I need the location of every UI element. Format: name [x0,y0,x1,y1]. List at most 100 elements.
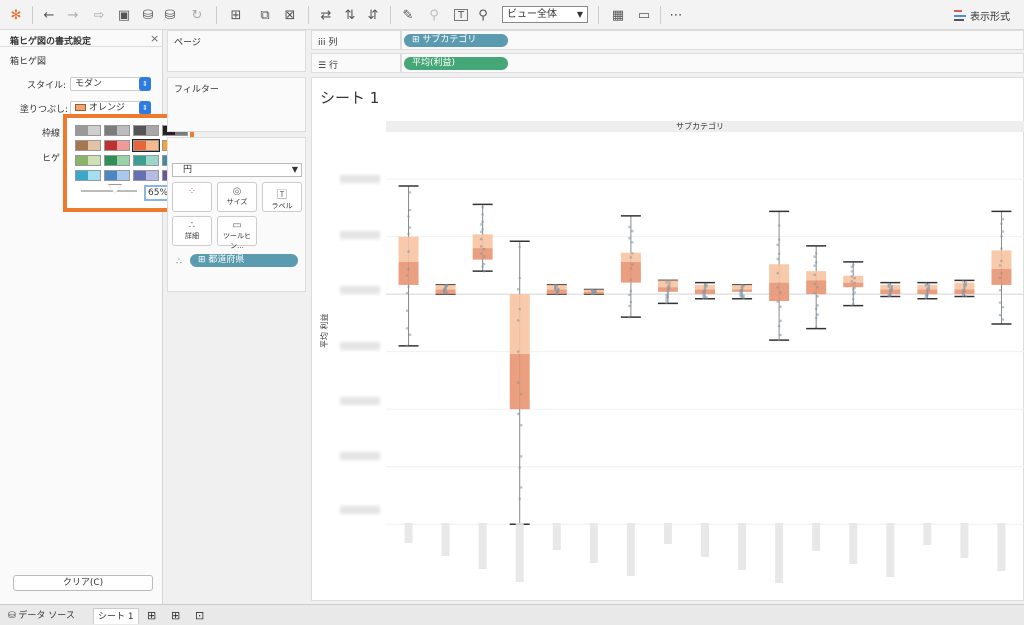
blurred-category-label [775,523,784,583]
data-point [481,220,484,224]
replay-icon[interactable]: ⇨ [88,6,110,24]
fit-view-label: ビュー全体 [507,9,557,20]
box-lower [398,261,419,285]
palette-swatch[interactable] [104,140,130,151]
palette-swatch[interactable] [75,125,101,136]
palette-swatch[interactable] [104,155,130,166]
share-icon[interactable]: ⋯ [668,6,684,24]
palette-swatch[interactable] [75,140,101,151]
prefecture-pill-label: 都道府県 [208,255,245,265]
data-point [629,267,633,270]
refresh-icon[interactable]: ↻ [186,6,208,24]
clear-sheet-icon[interactable]: ⊠ [280,6,300,24]
new-datasource-icon[interactable]: ⛁ [140,6,156,24]
sort-ascending-icon[interactable]: ⇅ [342,6,358,24]
data-point [776,271,779,275]
rows-label: ☰ 行 [318,58,338,71]
palette-swatch[interactable] [75,170,101,181]
subcategory-pill[interactable]: ⊞ サブカテゴリ [404,34,508,47]
new-worksheet-icon[interactable]: ⊞ [143,608,160,624]
label-icon: 🅃 [277,190,287,201]
data-point [629,256,633,259]
data-point [482,269,486,273]
palette-swatch[interactable] [104,125,130,136]
whisker-label: ヒゲ [41,154,60,164]
data-point [442,287,446,291]
chevron-down-icon: ▼ [291,165,298,174]
marks-card: 円 ▼ ⁘ ◎ サイズ 🅃 ラベル ∴ 詳細 ▭ ツールヒン... ∴ ⊞ 都道… [167,137,306,292]
palette-swatch[interactable] [133,170,159,181]
data-source-tab[interactable]: ⛁ データ ソース [4,608,79,624]
presentation-icon[interactable]: ▭ [636,6,652,24]
data-point [518,245,522,249]
style-value: モダン [75,79,103,89]
duplicate-sheet-icon[interactable]: ⧉ [256,6,274,24]
data-point [518,466,522,469]
stepper-icon: ⇕ [139,101,151,115]
data-point [407,285,410,289]
blurred-category-label [738,523,747,570]
palette-swatch[interactable] [75,155,101,166]
data-point [777,238,781,241]
clear-button[interactable]: クリア(C) [13,575,153,591]
data-point [407,215,410,218]
tableau-logo-icon[interactable]: ✻ [8,6,24,24]
pin-axes-icon[interactable]: ⚲ [476,6,490,24]
data-point [631,263,634,266]
prefecture-pill[interactable]: ⊞ 都道府県 [190,254,298,267]
data-point [665,296,668,300]
palette-swatch[interactable] [133,125,159,136]
palette-swatch[interactable] [132,139,160,152]
palette-swatch[interactable] [133,155,159,166]
undo-icon[interactable]: ← [40,6,58,24]
fill-select[interactable]: オレンジ ⇕ [70,101,151,115]
size-button[interactable]: ◎ サイズ [217,182,257,212]
new-sheet-icon[interactable]: ⊞ [226,6,246,24]
pause-updates-icon[interactable]: ⛁ [162,6,178,24]
data-point [961,288,965,292]
columns-shelf[interactable]: ⊞ サブカテゴリ [401,30,1024,50]
data-point [556,287,560,291]
size-label: サイズ [226,198,248,206]
redo-icon[interactable]: → [64,6,82,24]
avg-profit-pill[interactable]: 平均(利益) [404,57,508,70]
data-point [1000,247,1003,250]
label-button[interactable]: 🅃 ラベル [262,182,302,212]
group-members-icon[interactable]: ⚲ [424,6,444,24]
data-point [850,279,854,283]
close-icon[interactable]: × [150,32,159,45]
detail-button[interactable]: ∴ 詳細 [172,216,212,246]
show-me-button[interactable]: 表示形式 [954,8,1010,23]
swap-axes-icon[interactable]: ⇄ [318,6,334,24]
sort-descending-icon[interactable]: ⇵ [365,6,381,24]
opacity-slider-thumb[interactable] [109,185,121,194]
tooltip-button[interactable]: ▭ ツールヒン... [217,216,257,250]
style-select[interactable]: モダン ⇕ [70,77,151,91]
data-point [518,276,522,280]
chevron-down-icon: ▼ [576,10,583,19]
sheet-tab[interactable]: シート 1 [93,608,139,624]
show-cards-icon[interactable]: ▦ [606,6,630,24]
highlight-icon[interactable]: ✎ [398,6,418,24]
new-dashboard-icon[interactable]: ⊞ [167,608,184,624]
data-point [666,285,670,289]
new-story-icon[interactable]: ⊡ [191,608,208,624]
fit-view-select[interactable]: ビュー全体 ▼ [502,6,588,23]
label-label: ラベル [271,202,293,210]
blurred-category-label [626,523,635,576]
filters-card[interactable]: フィルター [167,77,306,132]
show-labels-icon[interactable]: T [454,9,468,21]
data-point [779,291,782,294]
pages-card[interactable]: ページ [167,30,306,72]
blurred-category-label [404,523,413,543]
data-point [813,264,816,268]
toolbar: ✻ ← → ⇨ ▣ ⛁ ⛁ ↻ ⊞ ⧉ ⊠ ⇄ ⇅ ⇵ ✎ ⚲ T ⚲ ビュー全… [0,0,1024,30]
data-point [963,282,966,286]
data-point [631,240,634,244]
color-button[interactable]: ⁘ [172,182,212,212]
fill-value: オレンジ [89,103,126,113]
save-icon[interactable]: ▣ [116,6,132,24]
mark-type-select[interactable]: 円 ▼ [172,163,302,177]
palette-swatch[interactable] [104,170,130,181]
rows-shelf[interactable]: 平均(利益) [401,53,1024,73]
